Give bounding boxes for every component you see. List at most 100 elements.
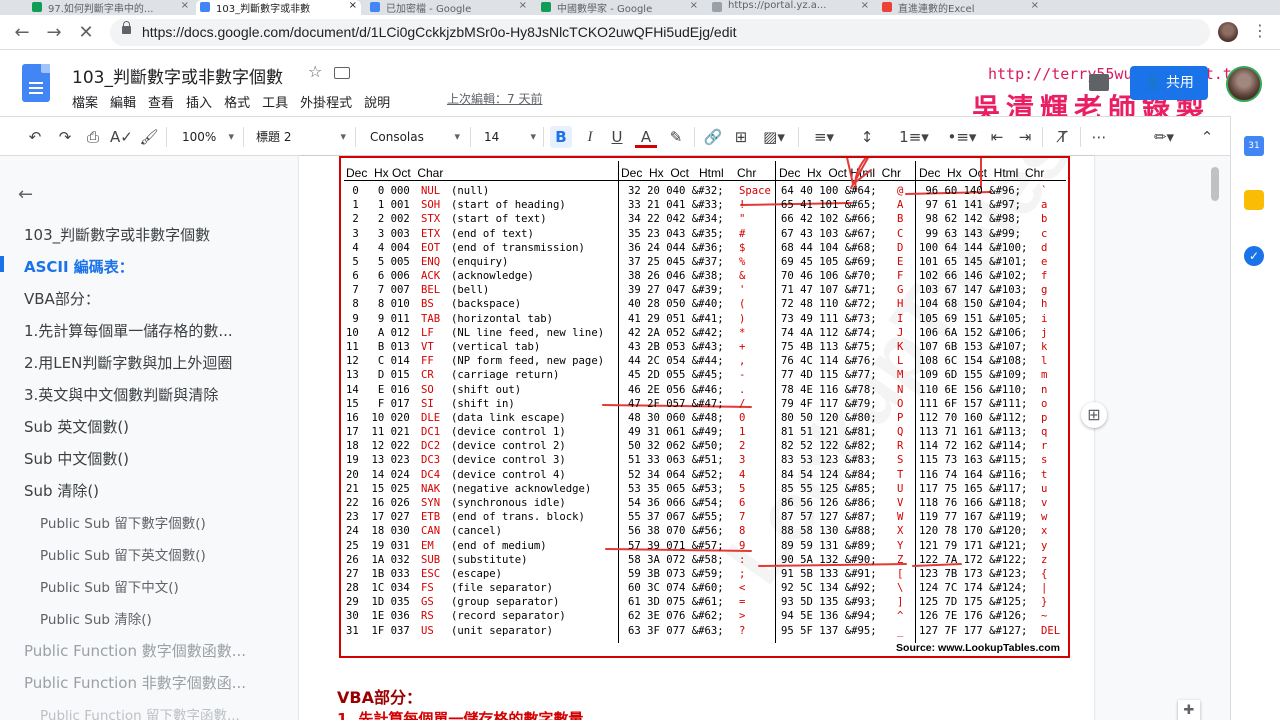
outline-item[interactable]: Sub 英文個數() xyxy=(24,416,129,437)
ascii-code-desc: (NP form feed, new page) xyxy=(451,355,605,368)
paint-format-icon[interactable]: 🖌 xyxy=(138,126,160,148)
tab-close-icon[interactable]: × xyxy=(181,0,189,11)
menu-item[interactable]: 說明 xyxy=(364,96,390,111)
insert-image-icon[interactable]: ▨▾ xyxy=(758,126,790,148)
outline-item[interactable]: Sub 清除() xyxy=(24,480,99,501)
ascii-code-num: 24 18 030 xyxy=(346,525,410,538)
outline-item[interactable]: 1.先計算每個單一儲存格的數... xyxy=(24,320,233,341)
tab-close-icon[interactable]: × xyxy=(861,0,869,11)
outline-item[interactable]: Sub 中文個數() xyxy=(24,448,129,469)
ascii-code-num: 39 27 047 &#39; xyxy=(628,284,724,297)
editing-mode-icon[interactable]: ✏▾ xyxy=(1146,126,1182,148)
ascii-code-num: 11 B 013 xyxy=(346,340,410,353)
print-icon[interactable]: ⎙ xyxy=(82,126,104,148)
line-spacing-icon[interactable]: ↕ xyxy=(856,126,878,148)
spellcheck-icon[interactable]: A✓ xyxy=(110,126,133,148)
ascii-code-char: CR xyxy=(421,369,434,382)
browser-tab[interactable]: 中國數學家 - Google × xyxy=(537,0,702,15)
scrollbar-thumb[interactable] xyxy=(1211,167,1219,201)
ascii-code-num: 79 4F 117 &#79; xyxy=(781,397,877,410)
forward-icon[interactable]: → xyxy=(42,21,66,45)
document-title[interactable]: 103_判斷數字或非數字個數 xyxy=(72,63,283,88)
browser-tab[interactable]: 97.如何判斷字串中的... × xyxy=(28,0,193,15)
more-icon[interactable]: ⋯ xyxy=(1088,126,1110,148)
add-comment-icon[interactable]: ⊞ xyxy=(730,126,752,148)
ascii-code-char: ~ xyxy=(1041,610,1048,623)
outline-item[interactable]: Public Sub 留下中文() xyxy=(40,576,179,596)
link-icon[interactable]: 🔗 xyxy=(702,126,724,148)
stop-icon[interactable]: ✕ xyxy=(74,21,98,45)
menu-item[interactable]: 插入 xyxy=(186,96,212,111)
numbered-list-icon[interactable]: 1≡▾ xyxy=(895,126,933,148)
style-select[interactable]: 標題 2 xyxy=(256,126,346,148)
menu-item[interactable]: 查看 xyxy=(148,96,174,111)
ascii-code-char: ^ xyxy=(897,610,904,623)
font-size-select[interactable]: 14 xyxy=(484,126,536,148)
docs-logo-icon[interactable] xyxy=(22,64,50,102)
increase-indent-icon[interactable]: ⇥ xyxy=(1014,126,1036,148)
explore-icon[interactable]: ✚ xyxy=(1178,700,1200,720)
star-icon[interactable]: ☆ xyxy=(308,62,322,81)
calendar-icon[interactable]: 31 xyxy=(1244,136,1264,156)
tasks-icon[interactable]: ✓ xyxy=(1244,246,1264,266)
zoom-select[interactable]: 100% xyxy=(182,126,234,148)
tab-close-icon[interactable]: × xyxy=(519,0,527,11)
comment-history-icon[interactable] xyxy=(1089,74,1109,91)
undo-icon[interactable]: ↶ xyxy=(24,126,46,148)
decrease-indent-icon[interactable]: ⇤ xyxy=(986,126,1008,148)
outline-item[interactable]: 3.英文與中文個數判斷與清除 xyxy=(24,384,218,405)
close-outline-icon[interactable]: ← xyxy=(18,184,33,205)
bulleted-list-icon[interactable]: •≡▾ xyxy=(943,126,981,148)
outline-item[interactable]: VBA部分： xyxy=(24,288,100,309)
browser-tab[interactable]: 已加密檔 - Google × xyxy=(366,0,531,15)
back-icon[interactable]: ← xyxy=(10,21,34,45)
outline-item[interactable]: Public Sub 清除() xyxy=(40,608,152,628)
keep-icon[interactable] xyxy=(1244,190,1264,210)
tab-close-icon[interactable]: × xyxy=(1031,0,1039,11)
text-color-button[interactable]: A xyxy=(635,126,657,148)
outline-item[interactable]: Public Sub 留下數字個數() xyxy=(40,512,206,532)
menu-item[interactable]: 編輯 xyxy=(110,96,136,111)
ascii-code-num: 35 23 043 &#35; xyxy=(628,227,724,240)
tab-close-icon[interactable]: × xyxy=(349,0,357,11)
menu-item[interactable]: 外掛程式 xyxy=(300,96,352,111)
ascii-code-char: l xyxy=(1041,355,1048,368)
redo-icon[interactable]: ↷ xyxy=(54,126,76,148)
bold-button[interactable]: B xyxy=(550,126,572,148)
browser-profile-avatar[interactable] xyxy=(1218,22,1238,42)
outline-item[interactable]: Public Function 非數字個數函... xyxy=(24,672,246,693)
menu-item[interactable]: 格式 xyxy=(224,96,250,111)
browser-tab[interactable]: https://portal.yz.a... × xyxy=(708,0,873,15)
share-button[interactable]: 👤 共用 xyxy=(1130,66,1208,100)
move-folder-icon[interactable] xyxy=(334,67,350,79)
ascii-code-num: 21 15 025 xyxy=(346,482,410,495)
outline-item[interactable]: Public Function 數字個數函數... xyxy=(24,640,246,661)
ascii-code-num: 101 65 145 &#101; xyxy=(919,255,1028,268)
outline-item[interactable]: Public Sub 留下英文個數() xyxy=(40,544,206,564)
ascii-code-num: 65 41 101 &#65; xyxy=(781,199,877,212)
collapse-menus-icon[interactable]: ⌃ xyxy=(1196,126,1218,148)
ascii-code-char: J xyxy=(897,326,904,339)
account-avatar[interactable] xyxy=(1226,66,1262,102)
outline-item[interactable]: ASCII 編碼表： xyxy=(24,256,134,277)
add-comment-float-icon[interactable]: ⊞ xyxy=(1081,402,1107,428)
outline-item[interactable]: 2.用LEN判斷字數與加上外迴圈 xyxy=(24,352,232,373)
align-icon[interactable]: ≡▾ xyxy=(808,126,840,148)
tab-close-icon[interactable]: × xyxy=(690,0,698,11)
outline-item[interactable]: Public Function 留下數字函數... xyxy=(40,704,240,720)
document-page[interactable]: LookupTables Dec Hx Oct Char Dec Hx Oct … xyxy=(299,156,1094,720)
clear-formatting-icon[interactable]: T̸ xyxy=(1052,126,1074,148)
browser-tab[interactable]: 103_判斷數字或非數 × xyxy=(196,0,361,15)
address-bar[interactable]: https://docs.google.com/document/d/1LCi0… xyxy=(110,19,1210,46)
highlight-icon[interactable]: ✎ xyxy=(665,126,687,148)
outline-item[interactable]: 103_判斷數字或非數字個數 xyxy=(24,224,210,245)
menu-item[interactable]: 檔案 xyxy=(72,96,98,111)
browser-tab[interactable]: 直進連數的Excel × xyxy=(878,0,1043,15)
ascii-code-num: 80 50 120 &#80; xyxy=(781,411,877,424)
font-select[interactable]: Consolas xyxy=(370,126,460,148)
italic-button[interactable]: I xyxy=(579,126,601,148)
underline-button[interactable]: U xyxy=(606,126,628,148)
menu-item[interactable]: 工具 xyxy=(262,96,288,111)
browser-menu-icon[interactable]: ⋮ xyxy=(1252,21,1268,40)
last-edit-link[interactable]: 上次編輯：7 天前 xyxy=(447,90,542,107)
